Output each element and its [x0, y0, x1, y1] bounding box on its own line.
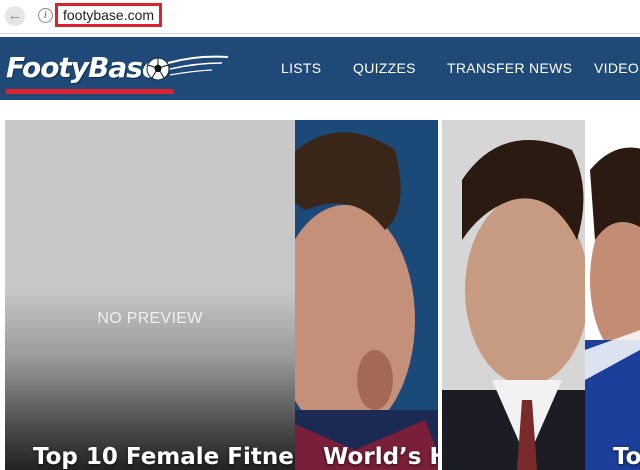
article-card-2[interactable]: World’s Highest Paid: [295, 120, 438, 470]
nav-lists[interactable]: LISTS: [281, 60, 321, 76]
nav-quizzes[interactable]: QUIZZES: [353, 60, 416, 76]
article-card-4[interactable]: To: [585, 120, 640, 470]
site-header: FootyBase LISTS QUIZZES TRANSFER NEWS VI…: [0, 37, 640, 100]
no-preview-label: NO PREVIEW: [97, 310, 203, 327]
card-title: To: [613, 444, 640, 470]
main-nav: LISTS QUIZZES TRANSFER NEWS VIDEOS: [0, 37, 640, 100]
content-spacer: [0, 100, 640, 120]
player-photo: [442, 120, 585, 470]
article-card-3[interactable]: [442, 120, 585, 470]
address-bar[interactable]: footybase.com: [55, 3, 163, 27]
info-icon[interactable]: i: [38, 8, 53, 23]
player-photo: [585, 120, 640, 470]
article-card-1[interactable]: NO PREVIEW Top 10 Female Fitness: [5, 120, 295, 470]
player-photo: [295, 120, 438, 470]
browser-toolbar: ← i footybase.com: [0, 0, 640, 34]
back-arrow-icon[interactable]: ←: [5, 6, 25, 26]
url-text: footybase.com: [63, 7, 155, 23]
card-title: World’s Highest Paid: [323, 444, 438, 470]
nav-transfer-news[interactable]: TRANSFER NEWS: [447, 60, 572, 76]
nav-videos[interactable]: VIDEOS: [594, 60, 640, 76]
card-title: Top 10 Female Fitness: [33, 444, 295, 470]
